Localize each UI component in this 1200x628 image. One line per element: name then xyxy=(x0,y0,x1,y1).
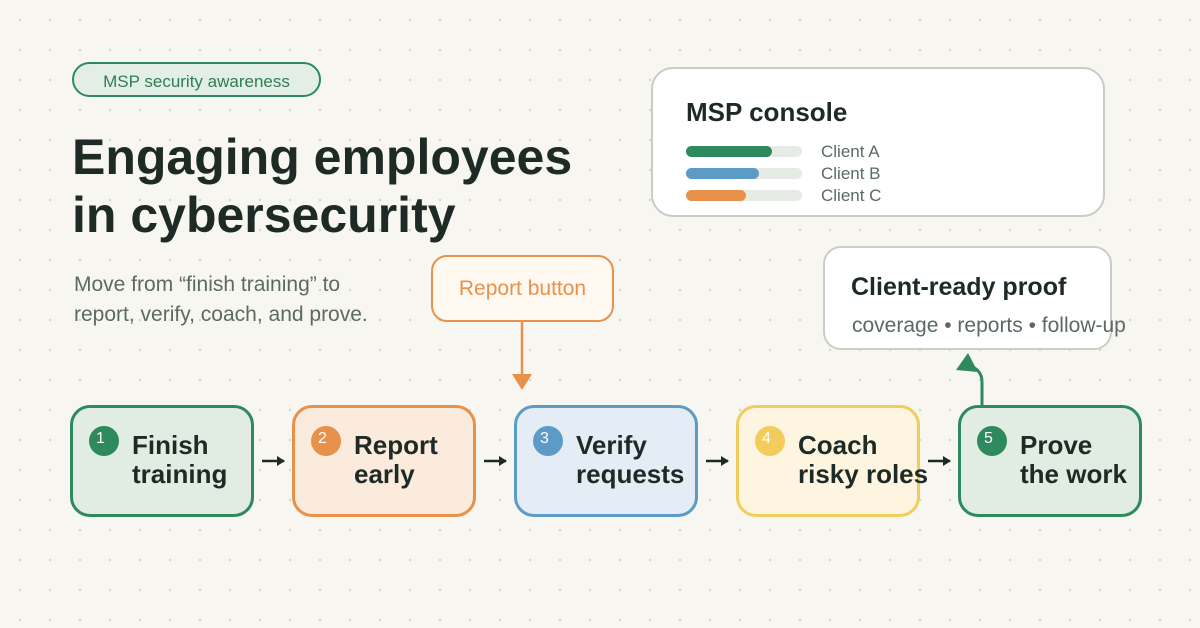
step-2-label: Report early xyxy=(354,431,438,489)
client-a-progress-track xyxy=(686,146,802,157)
step-prove-the-work: 5 Prove the work xyxy=(958,405,1142,517)
arrowhead-report-callout xyxy=(512,374,532,390)
client-b-progress-fill xyxy=(686,168,760,179)
subtitle-line-2: report, verify, coach, and prove. xyxy=(74,303,368,326)
client-row-a: Client A xyxy=(686,142,906,161)
step-4-number-badge: 4 xyxy=(755,426,785,456)
client-c-progress-fill xyxy=(686,190,747,201)
step-verify-requests: 3 Verify requests xyxy=(514,405,698,517)
step-coach-risky-roles: 4 Coach risky roles xyxy=(736,405,928,517)
proof-title: Client-ready proof xyxy=(851,273,1067,301)
step-4-label: Coach risky roles xyxy=(798,431,928,489)
arrowhead-proof-card xyxy=(956,353,978,372)
step-3-label-line-2: requests xyxy=(576,459,685,489)
step-2-label-line-1: Report xyxy=(354,430,438,460)
step-1-label-line-2: training xyxy=(132,459,228,489)
step-3-label-line-1: Verify xyxy=(576,430,647,460)
page-title: Engaging employees in cybersecurity xyxy=(72,128,572,244)
step-3-number-badge: 3 xyxy=(533,426,563,456)
msp-console-card: MSP console Client A Client B Client C xyxy=(651,67,1105,217)
step-5-label-line-1: Prove xyxy=(1020,430,1093,460)
step-4-label-line-2: risky roles xyxy=(798,459,929,489)
client-row-c: Client C xyxy=(686,186,906,205)
report-button-callout: Report button xyxy=(431,255,614,322)
client-c-progress-track xyxy=(686,190,802,201)
client-row-b: Client B xyxy=(686,164,906,183)
client-ready-proof-card: Client-ready proof coverage • reports • … xyxy=(823,246,1126,350)
step-report-early: 2 Report early xyxy=(292,405,476,517)
step-5-label: Prove the work xyxy=(1020,431,1127,489)
step-1-number-badge: 1 xyxy=(89,426,119,456)
proof-subtitle: coverage • reports • follow-up xyxy=(852,314,1126,337)
step-finish-training: 1 Finish training xyxy=(70,405,254,517)
client-a-progress-fill xyxy=(686,146,772,157)
client-b-progress-track xyxy=(686,168,802,179)
topic-badge: MSP security awareness xyxy=(72,62,321,97)
step-5-label-line-2: the work xyxy=(1020,459,1127,489)
title-line-2: in cybersecurity xyxy=(72,187,456,243)
client-b-label: Client B xyxy=(821,164,881,183)
client-a-label: Client A xyxy=(821,142,880,161)
step-2-number-badge: 2 xyxy=(311,426,341,456)
step-3-label: Verify requests xyxy=(576,431,684,489)
step-1-label-line-1: Finish xyxy=(132,430,209,460)
client-c-label: Client C xyxy=(821,186,882,205)
step-2-label-line-2: early xyxy=(354,459,415,489)
console-title: MSP console xyxy=(686,97,848,127)
arrow-prove-to-proof-card xyxy=(969,364,984,405)
subtitle-line-1: Move from “finish training” to xyxy=(74,273,341,296)
step-5-number-badge: 5 xyxy=(977,426,1007,456)
step-4-label-line-1: Coach xyxy=(798,430,878,460)
title-line-1: Engaging employees xyxy=(72,129,573,185)
page-subtitle: Move from “finish training” to report, v… xyxy=(74,270,368,330)
step-1-label: Finish training xyxy=(132,431,227,489)
